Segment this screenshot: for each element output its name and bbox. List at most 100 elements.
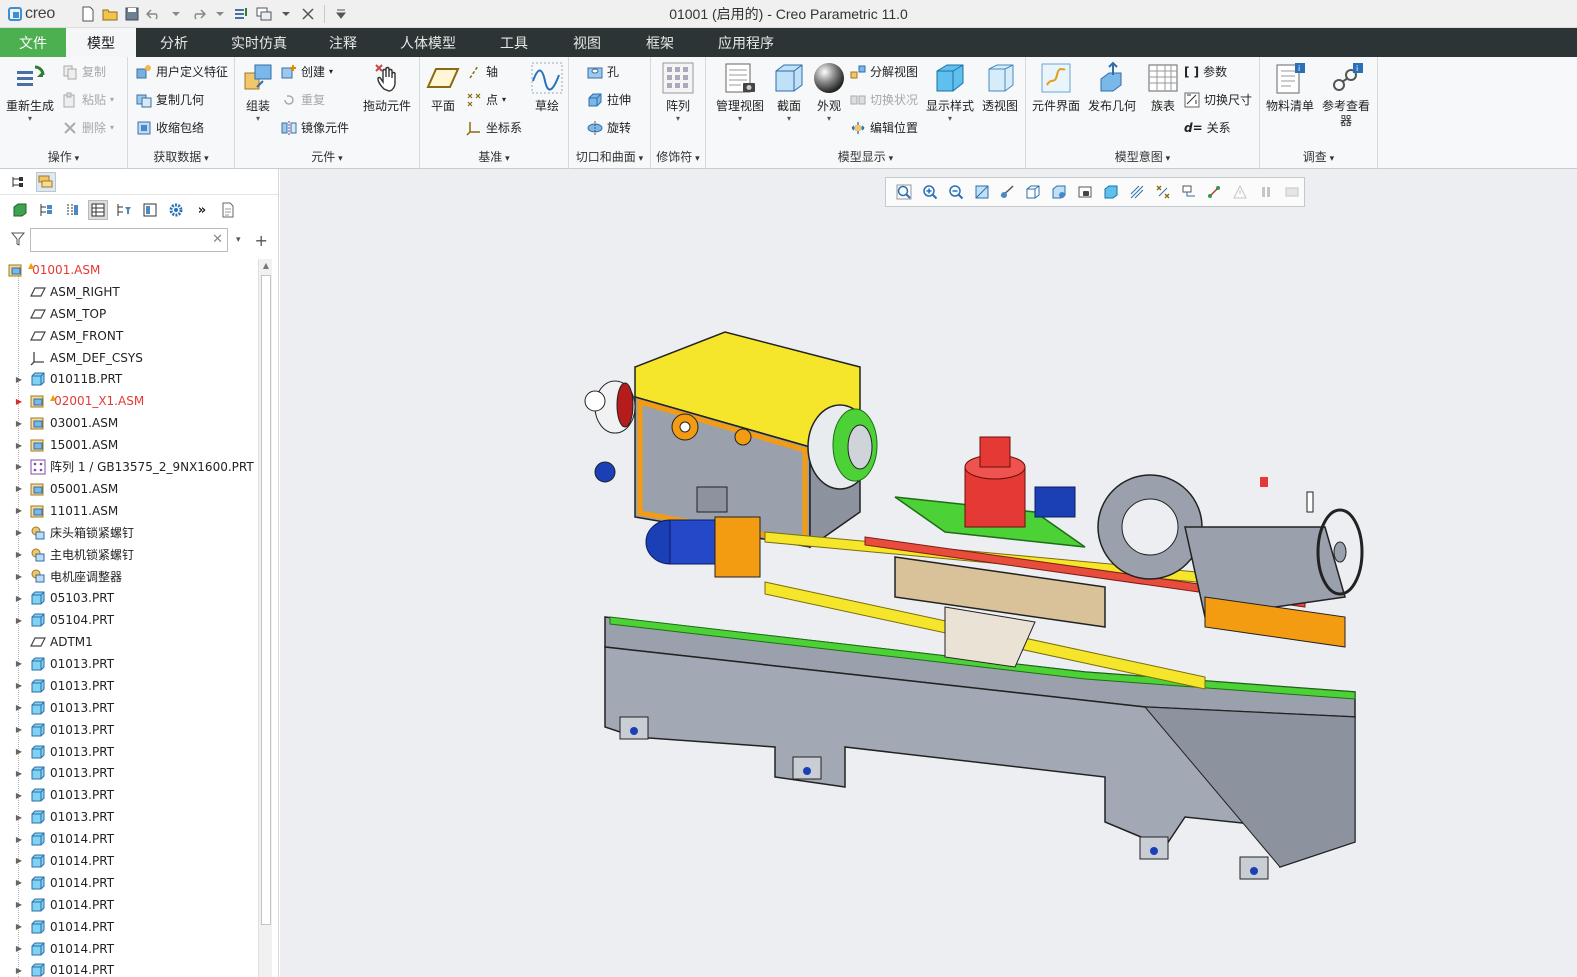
hole-button[interactable]: 孔 bbox=[587, 63, 619, 80]
expand-arrow-icon[interactable]: ▶ bbox=[14, 922, 24, 931]
tab-framework[interactable]: 框架 bbox=[622, 28, 698, 57]
user-defined-feature-button[interactable]: 用户定义特征 bbox=[136, 63, 228, 80]
expand-arrow-icon[interactable]: ▶ bbox=[14, 769, 24, 778]
view-orientation-icon[interactable] bbox=[996, 180, 1020, 204]
assemble-button[interactable]: 组装 ▾ bbox=[241, 61, 275, 124]
tree-display-icon[interactable] bbox=[140, 200, 160, 220]
repeat-button[interactable]: 重复 bbox=[281, 91, 325, 108]
tree-row[interactable]: ASM_TOP bbox=[0, 303, 258, 325]
point-button[interactable]: 点 ▾ bbox=[466, 91, 506, 108]
settings-gear-icon[interactable] bbox=[166, 200, 186, 220]
expand-arrow-icon[interactable]: ▶ bbox=[14, 900, 24, 909]
tree-row[interactable]: ▶ 01013.PRT bbox=[0, 653, 258, 675]
expand-arrow-icon[interactable]: ▶ bbox=[14, 856, 24, 865]
tree-scrollbar[interactable]: ▲ bbox=[258, 259, 272, 977]
expand-arrow-icon[interactable]: ▶ bbox=[14, 397, 24, 406]
tree-row[interactable]: ASM_RIGHT bbox=[0, 281, 258, 303]
expand-arrow-icon[interactable]: ▶ bbox=[14, 681, 24, 690]
reference-viewer-button[interactable]: i 参考查看器 bbox=[1320, 61, 1372, 129]
expand-arrow-icon[interactable]: ▶ bbox=[14, 506, 24, 515]
group-label-investigate[interactable]: 调查 bbox=[1260, 148, 1377, 165]
group-label-datum[interactable]: 基准 bbox=[420, 148, 568, 165]
explode-view-button[interactable]: 分解视图 bbox=[850, 63, 918, 80]
undo-dropdown-icon[interactable] bbox=[166, 4, 186, 24]
zoom-out-icon[interactable] bbox=[944, 180, 968, 204]
extrude-button[interactable]: 拉伸 bbox=[587, 91, 631, 108]
open-folder-icon[interactable] bbox=[100, 4, 120, 24]
expand-arrow-icon[interactable]: ▶ bbox=[14, 594, 24, 603]
expand-arrow-icon[interactable]: ▶ bbox=[14, 659, 24, 668]
tree-search-input[interactable]: ✕ bbox=[30, 228, 228, 252]
clear-search-icon[interactable]: ✕ bbox=[212, 232, 223, 247]
plane-button[interactable]: 平面 bbox=[426, 61, 460, 114]
tab-live-simulation[interactable]: 实时仿真 bbox=[212, 28, 306, 57]
sketch-button[interactable]: 草绘 bbox=[530, 61, 564, 114]
filter-dropdown-icon[interactable]: ▾ bbox=[232, 235, 245, 245]
section-button[interactable]: 截面 ▾ bbox=[772, 61, 806, 124]
refit-icon[interactable] bbox=[892, 180, 916, 204]
tree-row[interactable]: ADTM1 bbox=[0, 631, 258, 653]
expand-arrow-icon[interactable]: ▶ bbox=[14, 813, 24, 822]
assembly-cube-icon[interactable] bbox=[10, 200, 30, 220]
tree-row[interactable]: ▶ 15001.ASM bbox=[0, 434, 258, 456]
pause-icon[interactable] bbox=[1254, 180, 1278, 204]
windows-icon[interactable] bbox=[254, 4, 274, 24]
simulation-warning-icon[interactable] bbox=[1228, 180, 1252, 204]
edit-position-button[interactable]: 编辑位置 bbox=[850, 119, 918, 136]
parameters-button[interactable]: [ ] 参数 bbox=[1184, 63, 1227, 80]
group-label-component[interactable]: 元件 bbox=[235, 148, 419, 165]
tree-row[interactable]: ▶ 01014.PRT bbox=[0, 916, 258, 938]
graphics-settings-icon[interactable] bbox=[1280, 180, 1304, 204]
tree-row[interactable]: ▶ 01014.PRT bbox=[0, 960, 258, 977]
expand-arrow-icon[interactable]: ▶ bbox=[14, 703, 24, 712]
expand-arrow-icon[interactable]: ▶ bbox=[14, 878, 24, 887]
expand-arrow-icon[interactable]: ▶ bbox=[14, 944, 24, 953]
display-style-button[interactable]: 显示样式 ▾ bbox=[926, 61, 974, 124]
tree-row[interactable]: ▶ 主电机锁紧螺钉 bbox=[0, 544, 258, 566]
tree-row[interactable]: ▶ 05103.PRT bbox=[0, 587, 258, 609]
tab-tools[interactable]: 工具 bbox=[476, 28, 552, 57]
annotation-display-icon[interactable] bbox=[1177, 180, 1201, 204]
tree-columns-icon[interactable] bbox=[62, 200, 82, 220]
tree-row[interactable]: ▶ 01013.PRT bbox=[0, 741, 258, 763]
tree-row[interactable]: ▶ ▲ 02001_X1.ASM bbox=[0, 390, 258, 412]
regenerate-button[interactable]: 重新生成 ▾ bbox=[6, 61, 54, 124]
tab-applications[interactable]: 应用程序 bbox=[698, 28, 794, 57]
layer-tree-tab-icon[interactable] bbox=[36, 171, 56, 192]
expand-arrow-icon[interactable]: ▶ bbox=[14, 462, 24, 471]
expand-arrow-icon[interactable]: ▶ bbox=[14, 528, 24, 537]
expand-arrow-icon[interactable]: ▶ bbox=[14, 835, 24, 844]
spin-center-icon[interactable] bbox=[1203, 180, 1227, 204]
tree-row[interactable]: ▶ 03001.ASM bbox=[0, 412, 258, 434]
tree-row[interactable]: ▶ 阵列 1 / GB13575_2_9NX1600.PRT bbox=[0, 456, 258, 478]
scroll-up-icon[interactable]: ▲ bbox=[259, 259, 273, 273]
tab-view[interactable]: 视图 bbox=[552, 28, 622, 57]
tree-row[interactable]: ▶ 01011B.PRT bbox=[0, 368, 258, 390]
appearance-button[interactable]: 外观 ▾ bbox=[812, 61, 846, 124]
shrinkwrap-button[interactable]: 收缩包络 bbox=[136, 119, 204, 136]
expand-arrow-icon[interactable]: ▶ bbox=[14, 419, 24, 428]
group-label-cut-surface[interactable]: 切口和曲面 bbox=[569, 148, 650, 165]
tree-row[interactable]: ▶ 01013.PRT bbox=[0, 762, 258, 784]
expand-arrow-icon[interactable]: ▶ bbox=[14, 725, 24, 734]
component-interface-button[interactable]: 元件界面 bbox=[1032, 61, 1080, 114]
datum-display-icon[interactable] bbox=[1151, 180, 1175, 204]
family-table-button[interactable]: 族表 bbox=[1146, 61, 1180, 114]
notes-icon[interactable] bbox=[218, 200, 238, 220]
close-window-icon[interactable] bbox=[298, 4, 318, 24]
tree-row[interactable]: ▶ 01013.PRT bbox=[0, 719, 258, 741]
tree-row[interactable]: ▶ 01014.PRT bbox=[0, 938, 258, 960]
expand-arrow-icon[interactable]: ▶ bbox=[14, 484, 24, 493]
repaint-icon[interactable] bbox=[970, 180, 994, 204]
perspective-view-icon[interactable] bbox=[1073, 180, 1097, 204]
graphics-window[interactable] bbox=[280, 169, 1577, 977]
tab-model[interactable]: 模型 bbox=[66, 28, 136, 57]
axis-button[interactable]: 轴 bbox=[466, 63, 498, 80]
group-label-model-display[interactable]: 模型显示 bbox=[706, 148, 1025, 165]
tree-row[interactable]: ▶ 01014.PRT bbox=[0, 828, 258, 850]
expand-arrow-icon[interactable]: ▶ bbox=[14, 616, 24, 625]
display-style-view-icon[interactable] bbox=[1099, 180, 1123, 204]
drag-components-button[interactable]: 拖动元件 bbox=[363, 61, 411, 114]
expand-arrow-icon[interactable]: ▶ bbox=[14, 441, 24, 450]
tab-file[interactable]: 文件 bbox=[0, 28, 66, 57]
